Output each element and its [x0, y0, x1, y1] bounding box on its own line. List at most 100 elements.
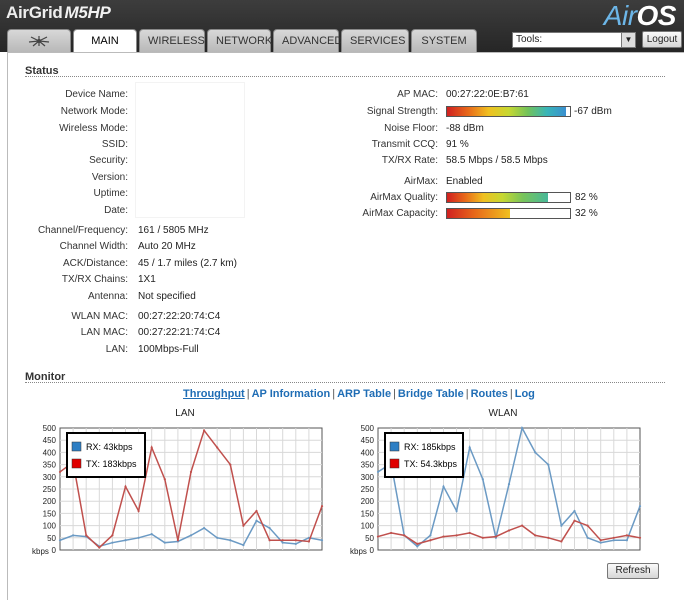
tx-data-point — [268, 539, 271, 542]
rx-data-point — [560, 524, 563, 527]
airmax-row: AirMax: — [330, 176, 438, 190]
rx-data-point — [599, 541, 602, 544]
rx-data-point — [625, 539, 628, 542]
tx-data-point — [307, 540, 310, 543]
status-row: Network Mode: — [20, 106, 128, 120]
link-separator: | — [393, 388, 396, 400]
y-tick-label: 100 — [361, 522, 375, 531]
ubiquiti-logo-icon — [28, 36, 50, 47]
tx-data-point — [521, 524, 524, 527]
link-routes[interactable]: Routes — [471, 388, 508, 400]
logout-button[interactable]: Logout — [642, 31, 682, 48]
tx-legend-label: TX: 54.3kbps — [404, 459, 458, 469]
rx-data-point — [189, 534, 193, 537]
y-tick-label: 250 — [43, 485, 57, 494]
tx-data-point — [494, 535, 497, 538]
tx-data-point — [416, 542, 419, 545]
tab-wireless[interactable]: WIRELESS — [139, 29, 205, 52]
lan-throughput-chart: 0 50 100 150 200 250 300 350 400 450 500 kbps RX: 43… — [32, 424, 324, 556]
status-value: Auto 20 MHz — [138, 241, 196, 252]
airmax-capacity-fill — [447, 209, 510, 218]
model-name: M5HP — [64, 3, 111, 22]
ap-mac-label: AP MAC: — [397, 89, 438, 100]
noise-floor-value: -88 dBm — [446, 123, 484, 134]
tx-data-point — [376, 535, 380, 538]
status-row: Uptime: — [20, 188, 128, 202]
transmit-ccq-label: Transmit CCQ: — [371, 139, 438, 150]
tab-main[interactable]: MAIN — [73, 29, 137, 52]
rx-data-point — [137, 536, 140, 539]
rx-data-point — [320, 539, 324, 542]
y-tick-label: 450 — [43, 436, 57, 445]
rx-data-point — [281, 541, 284, 544]
txrx-rate-label: TX/RX Rate: — [381, 155, 438, 166]
tx-data-point — [612, 536, 615, 539]
tx-data-point — [560, 540, 563, 543]
link-bridge-table[interactable]: Bridge Table — [398, 388, 464, 400]
tab-ubiquiti-logo[interactable] — [7, 29, 71, 52]
airmax-quality-bar — [446, 192, 571, 203]
tx-legend-swatch — [389, 458, 400, 469]
rx-data-point — [268, 526, 271, 530]
rx-data-point — [455, 509, 458, 513]
rx-data-point — [376, 470, 380, 474]
wlan-chart-title: WLAN — [488, 408, 518, 419]
tab-system[interactable]: SYSTEM — [411, 29, 477, 52]
rx-data-point — [468, 446, 471, 449]
link-arp-table[interactable]: ARP Table — [337, 388, 391, 400]
link-ap-information[interactable]: AP Information — [252, 388, 331, 400]
link-throughput[interactable]: Throughput — [183, 388, 245, 400]
airos-logo-air: Air — [603, 0, 637, 31]
status-row: Version: — [20, 172, 128, 186]
status-row: Antenna: — [20, 291, 128, 305]
status-label: Network Mode: — [60, 106, 128, 117]
y-tick-label: 200 — [361, 497, 375, 506]
tx-data-point — [481, 536, 484, 539]
monitor-links: Throughput | AP Information | ARP Table | Brid… — [183, 388, 535, 400]
rx-data-point — [150, 533, 153, 536]
status-label: WLAN MAC: — [71, 311, 128, 322]
y-tick-label: 450 — [361, 436, 375, 445]
tx-data-point — [281, 539, 284, 542]
link-separator: | — [246, 388, 250, 400]
y-tick-label: 150 — [361, 509, 375, 518]
tx-data-point — [599, 539, 602, 542]
rx-data-point — [216, 536, 219, 539]
tools-select[interactable]: Tools: ▼ — [512, 32, 636, 48]
refresh-button[interactable]: Refresh — [607, 563, 659, 579]
y-tick-label: 300 — [43, 473, 57, 482]
status-label: Wireless Mode: — [59, 123, 128, 134]
rx-data-point — [229, 539, 232, 542]
rx-data-point — [416, 545, 419, 548]
wlan-throughput-chart: 0 50 100 150 200 250 300 350 400 450 500 kbps RX: 18… — [350, 424, 642, 556]
chart-legend — [66, 432, 146, 478]
status-label: Version: — [91, 172, 128, 183]
status-label: Date: — [104, 205, 128, 216]
tx-data-point — [203, 429, 206, 432]
txrx-rate-value: 58.5 Mbps / 58.5 Mbps — [446, 155, 548, 166]
tab-advanced[interactable]: ADVANCED — [273, 29, 342, 52]
status-label: ACK/Distance: — [62, 258, 128, 269]
tx-data-point — [455, 534, 458, 537]
txrx-rate-row: TX/RX Rate: — [330, 155, 438, 169]
tools-select-value: Tools: — [516, 34, 543, 45]
tx-data-point — [216, 446, 219, 449]
airos-logo-os: OS — [636, 0, 677, 31]
link-log[interactable]: Log — [515, 388, 535, 400]
transmit-ccq-value: 91 % — [446, 139, 469, 150]
tx-data-point — [150, 446, 153, 449]
y-tick-label: 500 — [361, 424, 375, 433]
rx-data-point — [429, 534, 432, 537]
tab-network[interactable]: NETWORK — [207, 29, 272, 52]
tx-data-point — [320, 504, 324, 508]
rx-data-point — [242, 544, 245, 547]
chevron-down-icon[interactable]: ▼ — [621, 33, 635, 47]
signal-strength-label: Signal Strength: — [366, 106, 438, 117]
y-tick-label: 400 — [361, 448, 375, 457]
rx-legend-label: RX: 43kbps — [86, 442, 133, 452]
tx-data-point — [242, 524, 245, 527]
airmax-value: Enabled — [446, 176, 483, 187]
tab-services[interactable]: SERVICES — [341, 29, 409, 52]
status-label: Security: — [89, 155, 128, 166]
y-axis-unit-label: kbps — [32, 547, 49, 556]
